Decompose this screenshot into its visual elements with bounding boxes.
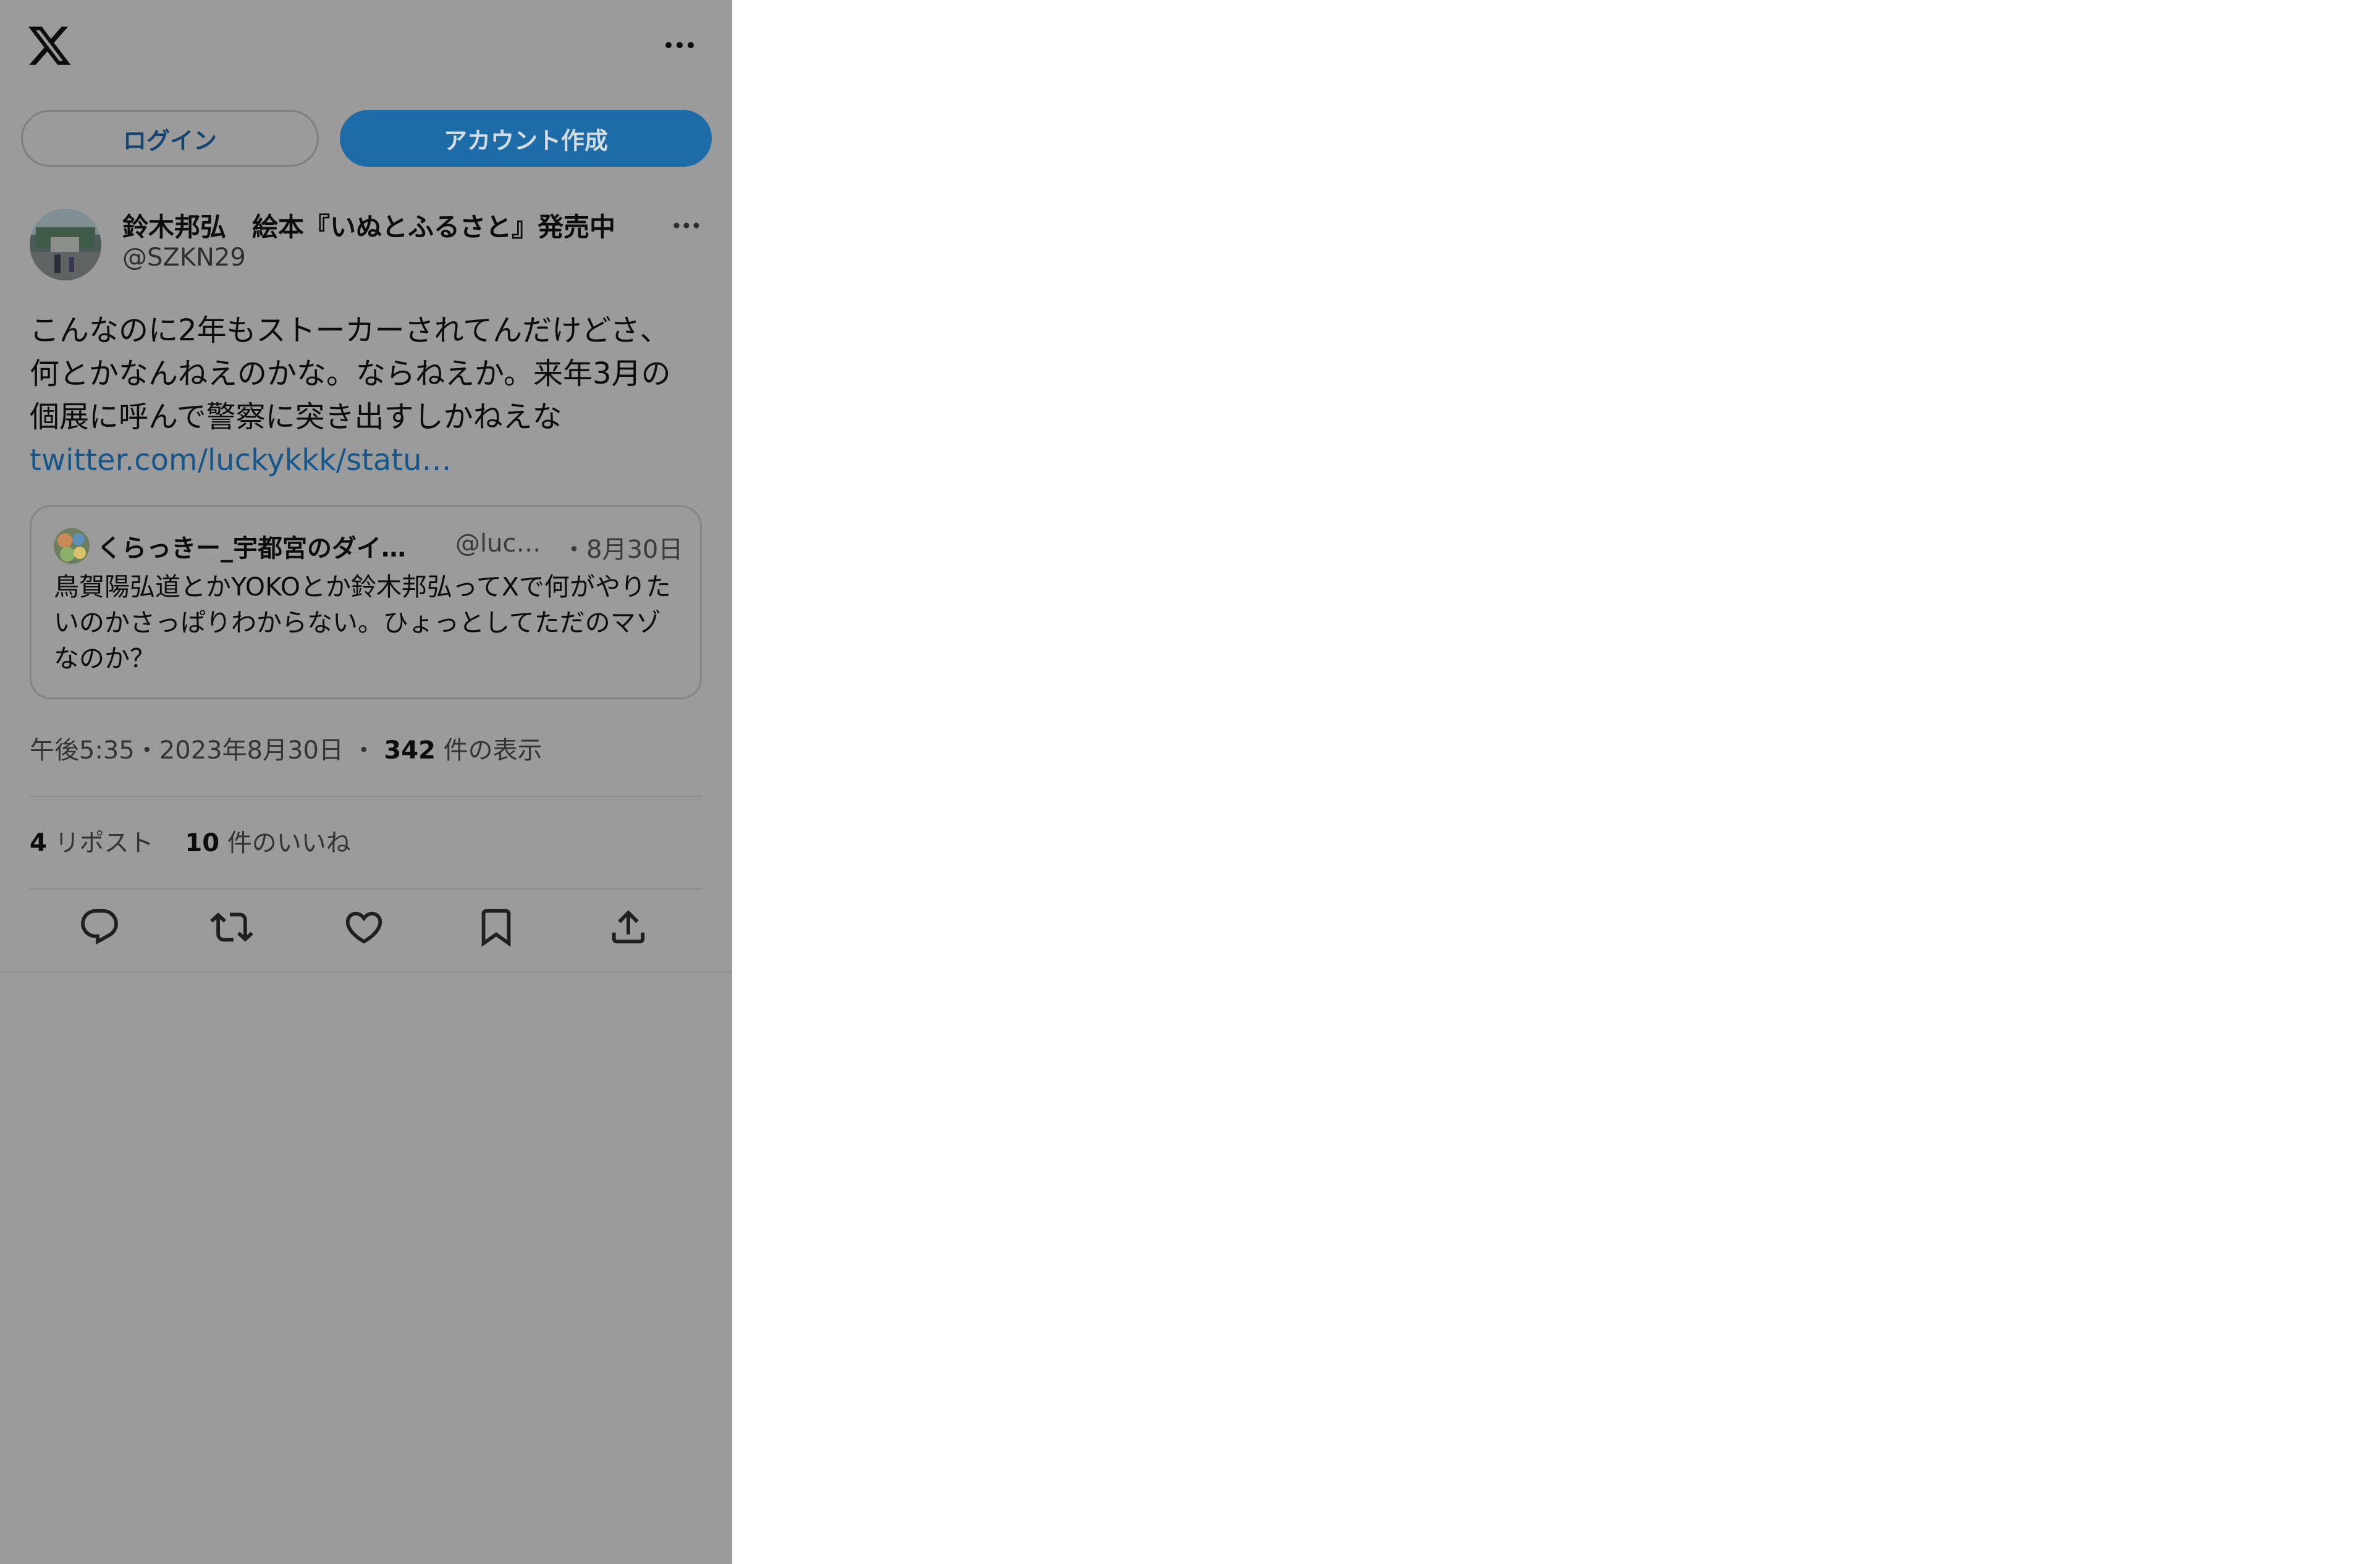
likes-label: 件のいいね xyxy=(227,829,351,857)
reposts-label: リポスト xyxy=(54,829,154,857)
tweet-time[interactable]: 午後5:35 xyxy=(30,736,135,765)
views-count: 342 xyxy=(384,736,436,765)
more-horizontal-icon[interactable] xyxy=(661,34,698,56)
views-label: 件の表示 xyxy=(443,736,542,765)
likes-count: 10 xyxy=(185,829,220,857)
author-name[interactable]: 鈴木邦弘 絵本『いぬとふるさと』発売中 xyxy=(122,206,615,244)
reply-icon[interactable] xyxy=(78,906,121,949)
tweet-more-icon[interactable] xyxy=(670,216,703,235)
divider xyxy=(30,888,702,889)
tweet-meta: 午後5:35・2023年8月30日 ・ 342 件の表示 xyxy=(30,730,542,766)
author-avatar[interactable] xyxy=(30,209,101,280)
likes-stat[interactable]: 10 件のいいね xyxy=(185,829,350,857)
tweet-stats: 4 リポスト 10 件のいいね xyxy=(30,823,351,859)
repost-icon[interactable] xyxy=(210,906,253,949)
login-button[interactable]: ログイン xyxy=(21,110,319,167)
tweet-text-line: 何とかなんねえのかな。ならねえか。来年3月の xyxy=(30,356,671,391)
tweet-text-line: 個展に呼んで警察に突き出すしかねえな xyxy=(30,400,562,434)
quote-date: ・8月30日 xyxy=(562,536,683,564)
reposts-stat[interactable]: 4 リポスト xyxy=(30,829,154,857)
quote-author-handle: @luc… xyxy=(455,529,541,558)
divider xyxy=(0,971,732,972)
x-logo-icon[interactable] xyxy=(26,22,73,69)
quote-author-avatar xyxy=(54,528,90,564)
meta-separator: ・ xyxy=(351,736,376,765)
share-icon[interactable] xyxy=(607,906,650,949)
tweet-text: こんなのに2年もストーカーされてんだけどさ、 何とかなんねえのかな。ならねえか。… xyxy=(30,309,709,482)
meta-separator: ・ xyxy=(134,736,159,765)
tweet-link[interactable]: twitter.com/luckykkk/statu… xyxy=(30,439,709,482)
divider xyxy=(30,796,702,797)
quoted-tweet[interactable]: くらっきー_宇都宮のダイ… @luc… ・8月30日 鳥賀陽弘道とかYOKOとか… xyxy=(30,505,702,699)
like-icon[interactable] xyxy=(342,906,386,949)
tweet-date[interactable]: 2023年8月30日 xyxy=(159,736,344,765)
quote-text: 鳥賀陽弘道とかYOKOとか鈴木邦弘ってXで何がやりたいのかさっぱりわからない。ひ… xyxy=(54,572,672,673)
bookmark-icon[interactable] xyxy=(475,906,518,949)
tweet-text-line: こんなのに2年もストーカーされてんだけどさ、 xyxy=(30,313,670,348)
quote-author-name: くらっきー_宇都宮のダイ… xyxy=(97,534,406,563)
create-account-button[interactable]: アカウント作成 xyxy=(340,110,712,167)
tweet-embed-panel: ログイン アカウント作成 鈴木邦弘 絵本『いぬとふるさと』発売中 @SZKN29… xyxy=(0,0,732,1564)
author-handle[interactable]: @SZKN29 xyxy=(122,243,246,272)
reposts-count: 4 xyxy=(30,829,47,857)
